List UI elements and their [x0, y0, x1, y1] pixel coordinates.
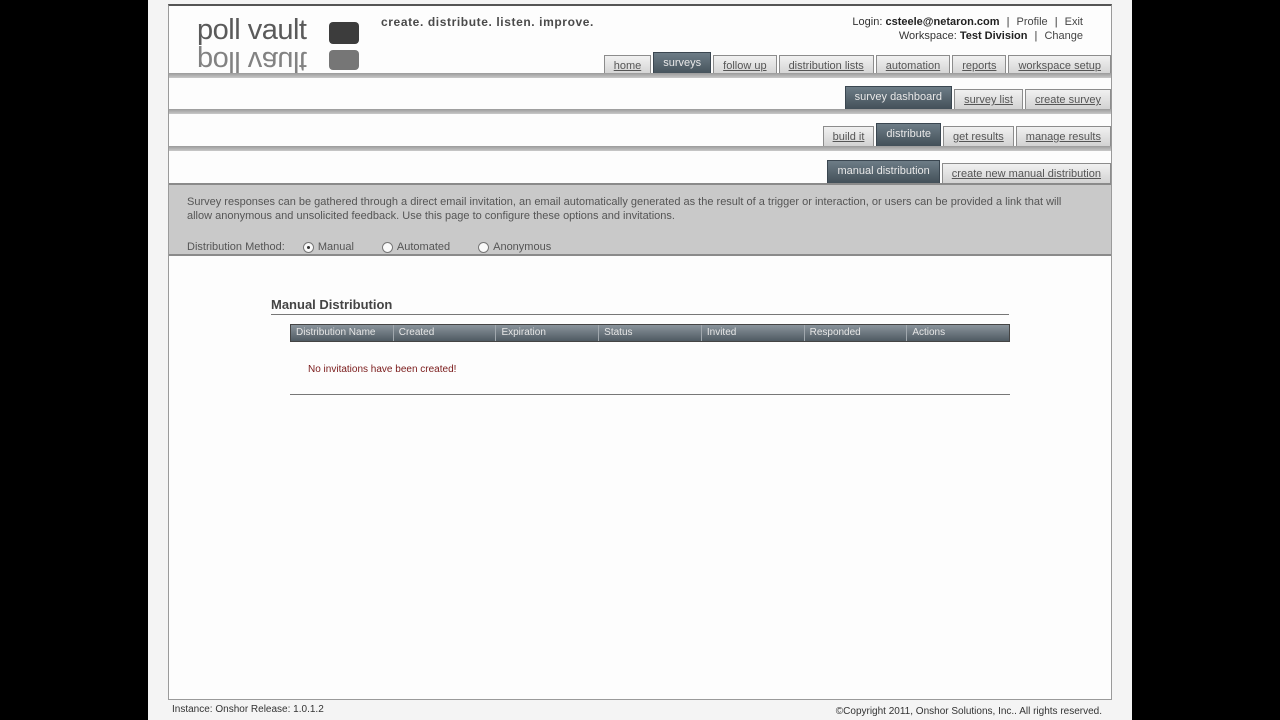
radio-automated[interactable]: Automated	[381, 241, 451, 253]
login-email: csteele@netaron.com	[885, 16, 1000, 28]
distribution-method-label: Distribution Method:	[187, 241, 285, 253]
section-divider	[271, 314, 1009, 315]
column-header[interactable]: Actions	[907, 325, 1009, 341]
build-tab-distribute[interactable]: distribute	[876, 123, 942, 148]
footer-instance: Instance: Onshor Release: 1.0.1.2	[172, 704, 324, 715]
footer-copyright: ©Copyright 2011, Onshor Solutions, Inc..…	[835, 706, 1102, 717]
logo: poll vault poll vault	[197, 14, 367, 77]
column-header[interactable]: Status	[599, 325, 702, 341]
distribution-info-panel: Survey responses can be gathered through…	[169, 183, 1111, 256]
workspace-label: Workspace:	[898, 30, 957, 42]
chat-bubble-icon	[329, 22, 359, 44]
survey-nav: survey dashboard survey list create survey	[843, 86, 1111, 111]
dist-tab-create-new-manual-distribution[interactable]: create new manual distribution	[941, 163, 1111, 185]
distribution-nav: manual distribution create new manual dis…	[825, 160, 1111, 185]
survey-tab-create-survey[interactable]: create survey	[1024, 89, 1111, 111]
change-workspace-link[interactable]: Change	[1044, 30, 1083, 42]
empty-message: No invitations have been created!	[308, 364, 457, 375]
radio-label: Manual	[317, 241, 354, 253]
section-title: Manual Distribution	[271, 297, 393, 312]
grid-divider	[290, 394, 1010, 395]
radio-label: Automated	[396, 241, 451, 253]
info-text: Survey responses can be gathered through…	[187, 196, 1062, 222]
radio-manual[interactable]: Manual	[302, 241, 354, 253]
nav-divider	[169, 73, 1111, 78]
chat-bubble-reflection-icon	[329, 50, 359, 70]
build-tab-manage-results[interactable]: manage results	[1015, 126, 1111, 148]
radio-button-icon[interactable]	[478, 241, 490, 253]
survey-tab-survey-list[interactable]: survey list	[954, 89, 1023, 111]
column-header[interactable]: Responded	[805, 325, 908, 341]
user-info: Login: csteele@netaron.com | Profile | E…	[852, 16, 1083, 42]
radio-button-icon[interactable]	[381, 241, 393, 253]
page: poll vault poll vault create. distribute…	[148, 0, 1132, 720]
nav-divider	[169, 109, 1111, 114]
exit-link[interactable]: Exit	[1065, 16, 1083, 28]
distribution-method: Distribution Method: Manual Automated Anon…	[187, 241, 579, 253]
column-header[interactable]: Invited	[702, 325, 805, 341]
dist-tab-manual-distribution[interactable]: manual distribution	[827, 160, 940, 185]
profile-link[interactable]: Profile	[1016, 16, 1047, 28]
radio-anonymous[interactable]: Anonymous	[478, 241, 551, 253]
column-header[interactable]: Expiration	[496, 325, 600, 341]
login-label: Login:	[852, 16, 883, 28]
workspace-name: Test Division	[959, 30, 1028, 42]
build-tab-get-results[interactable]: get results	[943, 126, 1014, 148]
survey-tab-survey-dashboard[interactable]: survey dashboard	[844, 86, 953, 111]
column-header[interactable]: Created	[394, 325, 497, 341]
app-frame: poll vault poll vault create. distribute…	[168, 4, 1112, 700]
nav-divider	[169, 146, 1111, 151]
radio-button-icon[interactable]	[302, 241, 314, 253]
build-nav: build it distribute get results manage resu…	[821, 123, 1111, 148]
grid-header: Distribution Name Created Expiration Status…	[290, 324, 1010, 342]
radio-label: Anonymous	[493, 241, 552, 253]
column-header[interactable]: Distribution Name	[291, 325, 394, 341]
build-tab-build-it[interactable]: build it	[822, 126, 875, 148]
tagline: create. distribute. listen. improve.	[381, 15, 594, 29]
